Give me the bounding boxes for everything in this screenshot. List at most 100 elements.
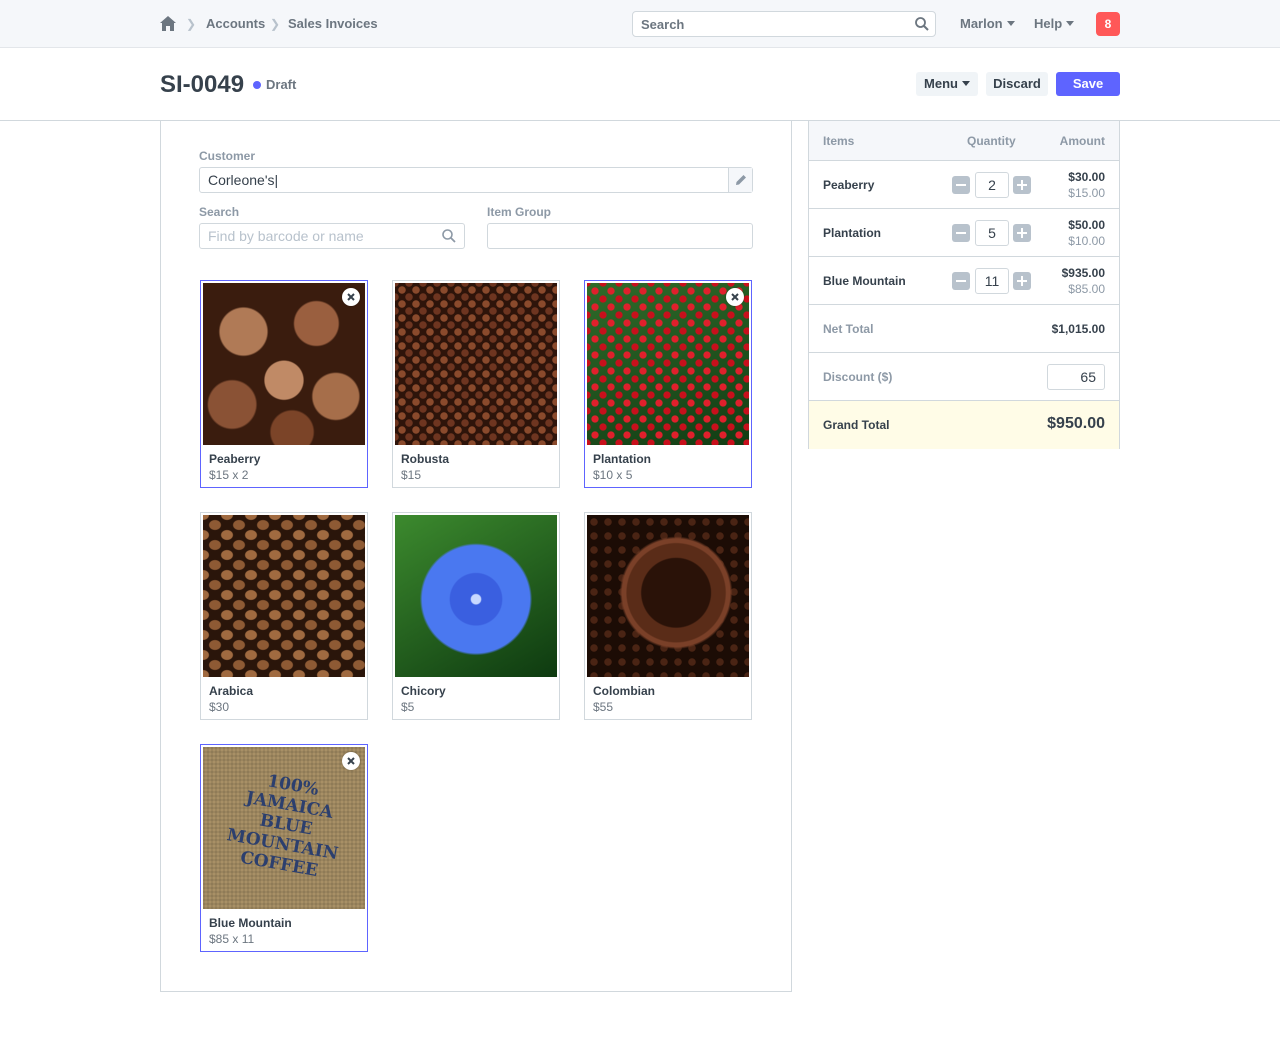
pos-item-panel: Customer Corleone's| Search Find by barc… [160, 121, 792, 992]
decrease-qty-button[interactable] [952, 224, 970, 242]
plantation-image [587, 283, 749, 445]
menu-label: Menu [924, 76, 958, 91]
cart-item-name: Plantation [823, 226, 882, 240]
grand-total-row: Grand Total $950.00 [809, 401, 1119, 449]
column-header-quantity: Quantity [967, 134, 1016, 148]
user-menu[interactable]: Marlon [960, 16, 1015, 31]
customer-field[interactable]: Corleone's| [199, 167, 753, 193]
item-group-label: Item Group [487, 205, 552, 219]
search-icon [915, 17, 929, 31]
product-price: $5 [401, 700, 415, 714]
remove-item-button[interactable] [726, 288, 744, 306]
help-label: Help [1034, 16, 1063, 31]
cart-line-plantation: Plantation 5 $50.00 $10.00 [809, 209, 1119, 257]
qty-input[interactable]: 2 [975, 172, 1009, 198]
arabica-image [203, 515, 365, 677]
net-total-value: $1,015.00 [1051, 322, 1105, 336]
column-header-amount: Amount [1059, 134, 1105, 148]
item-search-input[interactable]: Find by barcode or name [199, 223, 465, 249]
product-name: Blue Mountain [209, 916, 292, 930]
home-icon[interactable] [160, 16, 176, 31]
product-card-robusta[interactable]: Robusta $15 [392, 280, 560, 488]
breadcrumb-separator-icon: ❯ [186, 17, 197, 31]
line-rate: $10.00 [1068, 234, 1105, 248]
chevron-down-icon [1066, 21, 1075, 26]
breadcrumb-sales-invoices[interactable]: Sales Invoices [288, 16, 378, 31]
close-icon [731, 293, 739, 301]
product-card-arabica[interactable]: Arabica $30 [200, 512, 368, 720]
line-rate: $85.00 [1068, 282, 1105, 296]
product-card-colombian[interactable]: Colombian $55 [584, 512, 752, 720]
chevron-down-icon [961, 81, 970, 86]
discard-button[interactable]: Discard [986, 72, 1048, 96]
product-card-plantation[interactable]: Plantation $10 x 5 [584, 280, 752, 488]
chicory-image [395, 515, 557, 677]
product-name: Peaberry [209, 452, 261, 466]
menu-button[interactable]: Menu [916, 72, 978, 96]
discount-label: Discount ($) [823, 370, 893, 384]
product-name: Arabica [209, 684, 254, 698]
customer-value: Corleone's| [208, 172, 279, 188]
increase-qty-button[interactable] [1013, 224, 1031, 242]
line-amount: $50.00 [1068, 218, 1105, 232]
search-placeholder: Find by barcode or name [208, 228, 364, 244]
customer-label: Customer [199, 149, 256, 163]
cart-item-name: Peaberry [823, 178, 875, 192]
increase-qty-button[interactable] [1013, 176, 1031, 194]
cart-line-blue-mountain: Blue Mountain 11 $935.00 $85.00 [809, 257, 1119, 305]
decrease-qty-button[interactable] [952, 272, 970, 290]
line-amount: $935.00 [1061, 266, 1105, 280]
peaberry-image [203, 283, 365, 445]
notification-badge[interactable]: 8 [1096, 12, 1120, 36]
grand-total-value: $950.00 [1047, 415, 1105, 432]
save-button[interactable]: Save [1056, 72, 1120, 96]
close-icon [347, 293, 355, 301]
product-price: $85 x 11 [209, 932, 255, 946]
discount-row: Discount ($) 65 [809, 353, 1119, 401]
item-group-field[interactable] [487, 223, 753, 249]
product-name: Colombian [593, 684, 655, 698]
robusta-image [395, 283, 557, 445]
cart-line-peaberry: Peaberry 2 $30.00 $15.00 [809, 161, 1119, 209]
page-title: SI-0049 [160, 71, 245, 98]
edit-customer-button[interactable] [728, 168, 752, 192]
remove-item-button[interactable] [342, 752, 360, 770]
qty-input[interactable]: 5 [975, 220, 1009, 246]
product-price: $30 [209, 700, 230, 714]
close-icon [347, 757, 355, 765]
product-name: Robusta [401, 452, 449, 466]
product-card-chicory[interactable]: Chicory $5 [392, 512, 560, 720]
product-name: Plantation [593, 452, 652, 466]
help-menu[interactable]: Help [1034, 16, 1075, 31]
line-amount: $30.00 [1068, 170, 1105, 184]
net-total-row: Net Total $1,015.00 [809, 305, 1119, 353]
status-indicator: Draft [266, 77, 297, 92]
global-search-input[interactable]: Search [632, 11, 936, 37]
chevron-down-icon [1006, 21, 1015, 26]
search-icon [442, 229, 456, 243]
search-label: Search [641, 17, 685, 32]
discount-input[interactable]: 65 [1047, 364, 1105, 390]
product-card-peaberry[interactable]: Peaberry $15 x 2 [200, 280, 368, 488]
cart-header-row: Items Quantity Amount [809, 121, 1119, 161]
status-dot-icon [253, 81, 261, 89]
colombian-image [587, 515, 749, 677]
product-card-blue-mountain[interactable]: 100% JAMAICA BLUE MOUNTAIN COFFEE Blue Mount… [200, 744, 368, 952]
product-price: $15 [401, 468, 422, 482]
page-header: SI-0049 Draft Menu Discard Save [0, 49, 1280, 121]
user-name: Marlon [960, 16, 1003, 31]
product-price: $55 [593, 700, 614, 714]
column-header-items: Items [823, 134, 855, 148]
net-total-label: Net Total [823, 322, 874, 336]
breadcrumb-separator-icon: ❯ [270, 17, 281, 31]
jute-bag-logo: 100% JAMAICA BLUE MOUNTAIN COFFEE [225, 771, 340, 882]
remove-item-button[interactable] [342, 288, 360, 306]
product-price: $10 x 5 [593, 468, 633, 482]
search-label: Search [199, 205, 240, 219]
blue-mountain-image: 100% JAMAICA BLUE MOUNTAIN COFFEE [203, 747, 365, 909]
line-rate: $15.00 [1068, 186, 1105, 200]
decrease-qty-button[interactable] [952, 176, 970, 194]
increase-qty-button[interactable] [1013, 272, 1031, 290]
breadcrumb-accounts[interactable]: Accounts [206, 16, 265, 31]
qty-input[interactable]: 11 [975, 268, 1009, 294]
